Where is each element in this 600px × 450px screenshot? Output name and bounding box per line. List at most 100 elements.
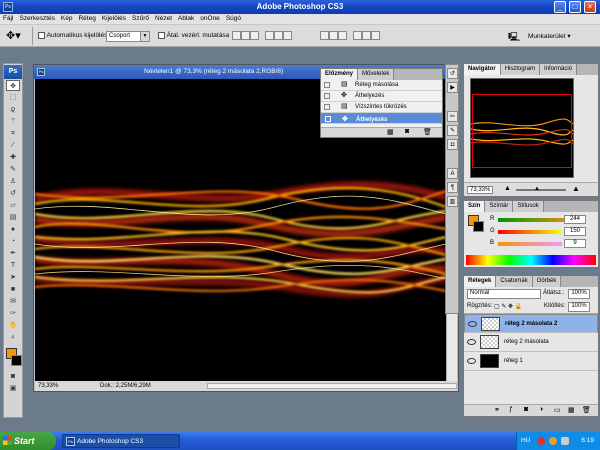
link-layers-icon[interactable]: ⚭ (494, 406, 500, 414)
eye-icon[interactable] (468, 321, 477, 327)
distribute-hcenter-icon[interactable] (361, 31, 371, 40)
eyedropper-tool-icon[interactable]: ✑ (6, 308, 20, 319)
pen-tool-icon[interactable]: ✒ (6, 248, 20, 259)
zoom-slider-thumb[interactable]: ▲ (534, 186, 540, 192)
brush-tool-icon[interactable]: ✎ (6, 164, 20, 175)
layer-row[interactable]: réteg 2 másolata (464, 333, 598, 352)
history-brush-source-checkbox[interactable] (325, 116, 331, 122)
menu-select[interactable]: Kijelölés (99, 14, 129, 22)
type-tool-icon[interactable]: T (6, 260, 20, 271)
language-indicator[interactable]: HU (521, 432, 530, 450)
tab-color[interactable]: Szín (464, 201, 486, 212)
history-item[interactable]: ▤ Vízszintes tükrözés (321, 102, 442, 113)
blue-slider[interactable] (498, 242, 562, 246)
history-brush-tool-icon[interactable]: ↺ (6, 188, 20, 199)
eye-icon[interactable] (467, 339, 476, 345)
menu-help[interactable]: Súgó (223, 14, 244, 22)
red-value-field[interactable]: 244 (564, 215, 586, 224)
history-brush-source-checkbox[interactable] (324, 93, 330, 99)
notification-icon[interactable] (549, 437, 557, 445)
tab-curves[interactable]: Görbék (532, 276, 562, 287)
align-top-icon[interactable] (232, 31, 241, 40)
shape-tool-icon[interactable]: ■ (6, 284, 20, 295)
history-panel-icon[interactable]: ↺ (447, 68, 458, 79)
dodge-tool-icon[interactable]: ◔ (6, 236, 20, 247)
menu-layer[interactable]: Réteg (75, 14, 98, 22)
align-left-icon[interactable] (264, 31, 274, 40)
align-vcenter-icon[interactable] (241, 31, 250, 40)
menu-window[interactable]: Ablak (175, 14, 197, 22)
menu-edit[interactable]: Szerkesztés (16, 14, 57, 22)
character-icon[interactable]: A (447, 168, 458, 179)
tab-styles[interactable]: Stílusok (513, 201, 544, 212)
distribute-bottom-icon[interactable] (338, 31, 347, 40)
history-brush-source-checkbox[interactable] (324, 104, 330, 110)
magic-wand-tool-icon[interactable]: ⚚ (6, 116, 20, 127)
color-spectrum-bar[interactable] (466, 255, 596, 265)
history-brush-source-checkbox[interactable] (324, 82, 330, 88)
trash-icon[interactable]: 🗑 (582, 406, 591, 414)
auto-select-checkbox[interactable] (38, 32, 45, 39)
new-group-icon[interactable]: ▭ (554, 406, 561, 414)
adjustment-layer-icon[interactable]: ◑ (539, 406, 543, 413)
blue-value-field[interactable]: 9 (564, 239, 586, 248)
blur-tool-icon[interactable]: ● (6, 224, 20, 235)
zoom-tool-icon[interactable]: ⌕ (6, 332, 20, 343)
navigator-zoom-field[interactable]: 73,33% (467, 186, 494, 194)
history-item[interactable]: ✥ Áthelyezés (321, 91, 442, 102)
marquee-tool-icon[interactable]: ⬚ (6, 92, 20, 103)
color-background-swatch[interactable] (473, 221, 484, 232)
eraser-tool-icon[interactable]: ▱ (6, 200, 20, 211)
tab-histogram[interactable]: Hisztogram (500, 64, 541, 75)
history-item[interactable]: ▤ Réteg másolása (321, 80, 442, 91)
lasso-tool-icon[interactable]: ϱ (6, 104, 20, 115)
volume-icon[interactable] (561, 437, 569, 445)
taskbar-item-photoshop[interactable]: Ps Adobe Photoshop CS3 (62, 434, 180, 448)
notes-tool-icon[interactable]: ✉ (6, 296, 20, 307)
zoom-out-icon[interactable]: ▲ (504, 185, 511, 192)
workspace-button[interactable]: Munkaterület ▾ (528, 32, 571, 40)
quick-mask-icon[interactable]: ◙ (6, 371, 20, 382)
hand-tool-icon[interactable]: ✋ (6, 320, 20, 331)
zoom-level[interactable]: 73,33% (38, 381, 58, 391)
horizontal-scrollbar[interactable] (207, 383, 457, 389)
history-item-selected[interactable]: ✥ Áthelyezés (321, 113, 442, 124)
new-document-icon[interactable]: ▦ (387, 128, 394, 136)
align-hcenter-icon[interactable] (273, 31, 283, 40)
menu-filter[interactable]: Szűrő (129, 14, 152, 22)
actions-panel-icon[interactable]: ▶ (447, 82, 458, 93)
close-button[interactable]: × (584, 1, 596, 13)
minimize-button[interactable]: _ (554, 1, 566, 13)
tab-channels[interactable]: Csatornák (496, 276, 533, 287)
transform-controls-checkbox[interactable] (158, 32, 165, 39)
zoom-slider[interactable] (516, 189, 566, 191)
tool-presets-icon[interactable]: ✂ (447, 111, 458, 122)
new-layer-icon[interactable]: ▦ (568, 406, 575, 414)
green-value-field[interactable]: 150 (564, 227, 586, 236)
distribute-vcenter-icon[interactable] (329, 31, 338, 40)
layer-comps-icon[interactable]: ▥ (447, 196, 458, 207)
menu-image[interactable]: Kép (58, 14, 76, 22)
blend-mode-dropdown[interactable]: Normál (467, 289, 541, 299)
slice-tool-icon[interactable]: ⁄ (6, 140, 20, 151)
lock-icons[interactable]: ▢ ✎ ✥ 🔒 (494, 303, 522, 310)
eye-icon[interactable] (467, 358, 476, 364)
tab-layers[interactable]: Rétegek (464, 276, 497, 287)
move-tool-icon[interactable]: ✥ (6, 80, 20, 91)
tab-swatches[interactable]: Színtár (485, 201, 514, 212)
menu-onone[interactable]: onOne (197, 14, 223, 22)
tab-info[interactable]: Információ (540, 64, 578, 75)
layer-row[interactable]: réteg 2 másolata 2 (464, 314, 598, 333)
tab-actions[interactable]: Műveletek (358, 69, 395, 80)
brushes-icon[interactable]: ✎ (447, 125, 458, 136)
auto-select-dropdown[interactable]: Csoport ▼ (106, 31, 150, 42)
move-tool-icon[interactable]: ✥▾ (6, 29, 21, 42)
clock[interactable]: 6:19 (581, 437, 594, 444)
distribute-left-icon[interactable] (352, 31, 362, 40)
background-color-swatch[interactable] (11, 355, 22, 366)
snapshot-icon[interactable]: ◙ (405, 128, 409, 135)
navigator-preview[interactable] (470, 78, 574, 178)
align-right-icon[interactable] (282, 31, 292, 40)
healing-brush-tool-icon[interactable]: ✚ (6, 152, 20, 163)
clone-stamp-tool-icon[interactable]: ♙ (6, 176, 20, 187)
